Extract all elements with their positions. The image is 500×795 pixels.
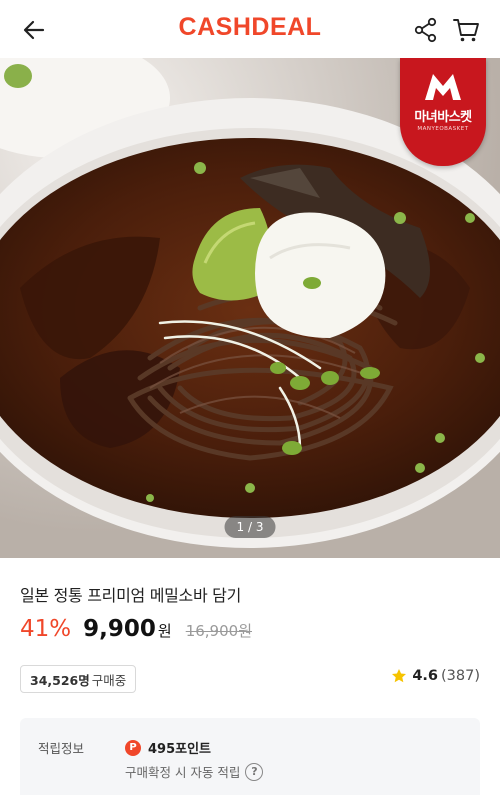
logo-text[interactable]: CASHDEAL (179, 13, 322, 41)
buyers-count-badge: 34,526명 구매중 (20, 665, 137, 693)
app-header: CASHDEAL (0, 0, 500, 58)
brand-subtitle: MANYEOBASKET (417, 126, 469, 132)
back-button[interactable] (18, 14, 50, 46)
cart-icon (453, 19, 479, 42)
arrow-left-icon (23, 20, 45, 40)
points-note: 구매확정 시 자동 적립 (125, 765, 241, 780)
brand-logo-icon (425, 74, 461, 100)
points-value: 495포인트 (148, 742, 212, 757)
price-row: 41% 9,900 원 16,900원 (20, 616, 252, 642)
original-price: 16,900원 (185, 622, 252, 640)
image-pager: 1 / 3 (224, 516, 276, 538)
share-icon (414, 17, 437, 43)
product-image-carousel[interactable]: 마녀바스켓 MANYEOBASKET 1 / 3 (0, 58, 500, 558)
point-icon: P (125, 739, 141, 756)
sale-price: 9,900 (83, 616, 156, 642)
points-info-box: 적립정보 P 495포인트 구매확정 시 자동 적립 ? (20, 718, 480, 795)
cart-button[interactable] (450, 14, 482, 46)
brand-badge: 마녀바스켓 MANYEOBASKET (400, 58, 486, 166)
share-button[interactable] (410, 14, 442, 46)
currency-unit: 원 (157, 622, 172, 640)
buyers-suffix: 구매중 (91, 672, 127, 688)
points-label: 적립정보 (38, 741, 85, 756)
buyers-count: 34,526명 (30, 672, 90, 688)
brand-name: 마녀바스켓 (414, 110, 472, 125)
star-icon (392, 669, 407, 683)
review-count: (387) (441, 668, 480, 684)
help-icon[interactable]: ? (245, 762, 264, 781)
rating-score: 4.6 (412, 668, 438, 684)
rating[interactable]: 4.6 (387) (391, 668, 480, 684)
points-value-row: P 495포인트 (125, 738, 211, 757)
points-note-row: 구매확정 시 자동 적립 ? (125, 762, 264, 781)
discount-rate: 41% (20, 616, 72, 642)
product-title: 일본 정통 프리미엄 메밀소바 담기 (20, 586, 242, 605)
